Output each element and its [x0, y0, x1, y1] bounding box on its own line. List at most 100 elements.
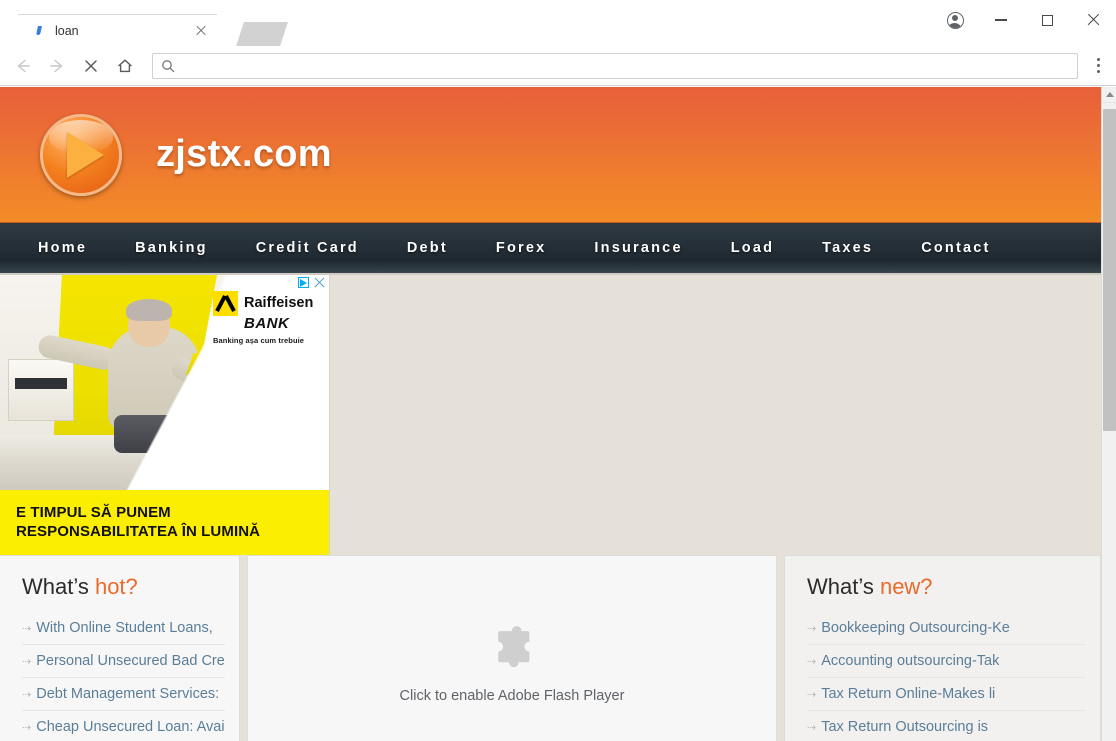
whats-hot-panel: What’s hot? ⇢ With Online Student Loans,… — [0, 555, 240, 741]
ad-brand-logo: Raiffeisen BANK Banking așa cum trebuie — [213, 291, 321, 345]
document-favicon-icon — [33, 24, 46, 37]
list-item[interactable]: ⇢ Cheap Unsecured Loan: Avai — [22, 711, 225, 741]
window-controls — [932, 0, 1116, 40]
puzzle-piece-icon — [485, 620, 539, 674]
browser-tab-loan[interactable]: loan — [6, 14, 230, 47]
flash-player-placeholder[interactable]: Click to enable Adobe Flash Player — [247, 555, 777, 741]
site-logo-text: zjstx.com — [156, 133, 332, 175]
nav-item-debt[interactable]: Debt — [383, 240, 472, 256]
home-button[interactable] — [110, 51, 140, 81]
close-icon — [1086, 13, 1100, 27]
ad-caption-line-2: RESPONSABILITATEA ÎN LUMINĂ — [16, 522, 261, 540]
whats-new-link-3[interactable]: Tax Return Online-Makes li — [821, 686, 995, 702]
list-item[interactable]: ⇢ Tax Return Outsourcing is — [807, 711, 1086, 741]
whats-new-title-highlight: new? — [879, 574, 933, 599]
ad-brand-logo-row: Raiffeisen — [213, 291, 313, 316]
raiffeisen-gable-cross-icon — [213, 291, 238, 316]
ad-photo-desk — [220, 393, 329, 403]
scrollbar-up-arrow-icon[interactable] — [1102, 87, 1116, 103]
whats-hot-link-1[interactable]: With Online Student Loans, — [36, 620, 213, 636]
profile-avatar-icon — [946, 11, 964, 29]
whats-hot-title: What’s hot? — [22, 574, 225, 600]
nav-item-insurance[interactable]: Insurance — [570, 240, 706, 256]
content-columns: What’s hot? ⇢ With Online Student Loans,… — [0, 555, 1101, 741]
arrow-bullet-icon: ⇢ — [807, 655, 817, 668]
nav-item-home[interactable]: Home — [14, 240, 111, 256]
play-triangle-icon — [66, 131, 104, 178]
whats-new-title: What’s new? — [807, 574, 1086, 600]
nav-item-load[interactable]: Load — [707, 240, 798, 256]
new-tab-button[interactable] — [236, 22, 288, 46]
chrome-menu-button[interactable] — [1086, 51, 1110, 81]
list-item[interactable]: ⇢ Personal Unsecured Bad Cre — [22, 645, 225, 678]
forward-button[interactable] — [42, 51, 72, 81]
whats-hot-link-3[interactable]: Debt Management Services: — [36, 686, 219, 702]
ad-photo-pencil-holder — [214, 415, 230, 445]
minimize-icon — [995, 19, 1007, 21]
stop-loading-button[interactable] — [76, 51, 106, 81]
whats-hot-title-highlight: hot? — [94, 574, 138, 599]
list-item[interactable]: ⇢ With Online Student Loans, — [22, 612, 225, 645]
nav-item-forex[interactable]: Forex — [472, 240, 571, 256]
nav-item-taxes[interactable]: Taxes — [798, 240, 897, 256]
menu-dot — [1096, 64, 1100, 67]
address-bar[interactable] — [152, 52, 1078, 79]
list-item[interactable]: ⇢ Accounting outsourcing-Tak — [807, 645, 1086, 678]
list-item[interactable]: ⇢ Debt Management Services: — [22, 678, 225, 711]
menu-dot — [1096, 69, 1100, 73]
arrow-bullet-icon: ⇢ — [807, 622, 817, 635]
address-bar-input[interactable] — [183, 54, 1069, 77]
play-button-logo-icon[interactable] — [40, 113, 122, 196]
arrow-bullet-icon: ⇢ — [807, 721, 817, 734]
scrollbar-thumb[interactable] — [1103, 109, 1116, 431]
ad-choices-controls — [298, 277, 325, 288]
browser-window: loan zjstx.com Home Banking Credit Card … — [0, 0, 1116, 741]
ad-close-icon[interactable] — [314, 277, 325, 288]
web-page: zjstx.com Home Banking Credit Card Debt … — [0, 87, 1101, 741]
arrow-bullet-icon: ⇢ — [22, 688, 32, 701]
ad-brand-tagline: Banking așa cum trebuie — [213, 335, 305, 345]
ad-caption-line-1: E TIMPUL SĂ PUNEM — [16, 503, 171, 521]
whats-new-link-2[interactable]: Accounting outsourcing-Tak — [821, 653, 999, 669]
arrow-bullet-icon: ⇢ — [807, 688, 817, 701]
whats-hot-link-4[interactable]: Cheap Unsecured Loan: Avai — [36, 719, 224, 735]
tab-close-icon[interactable] — [193, 23, 209, 39]
ad-brand-sub: BANK — [244, 315, 290, 332]
menu-dot — [1096, 58, 1100, 62]
list-item[interactable]: ⇢ Bookkeeping Outsourcing-Ke — [807, 612, 1086, 645]
tab-title: loan — [55, 23, 79, 38]
close-window-button[interactable] — [1070, 0, 1116, 40]
adchoices-play-glyph — [300, 278, 307, 287]
minimize-button[interactable] — [978, 0, 1024, 40]
home-icon — [118, 59, 132, 72]
ad-photo-lamp-stem — [204, 367, 209, 429]
search-icon — [162, 59, 175, 72]
whats-new-panel: What’s new? ⇢ Bookkeeping Outsourcing-Ke… — [784, 555, 1101, 741]
advertisement-banner[interactable]: Raiffeisen BANK Banking așa cum trebuie … — [0, 275, 330, 555]
back-button[interactable] — [8, 51, 38, 81]
nav-item-credit-card[interactable]: Credit Card — [232, 240, 383, 256]
profile-avatar-button[interactable] — [932, 0, 978, 40]
maximize-icon — [1041, 14, 1053, 26]
back-arrow-icon — [17, 59, 30, 72]
nav-item-banking[interactable]: Banking — [111, 240, 232, 256]
whats-hot-link-2[interactable]: Personal Unsecured Bad Cre — [36, 653, 225, 669]
whats-new-link-4[interactable]: Tax Return Outsourcing is — [821, 719, 988, 735]
flash-player-label: Click to enable Adobe Flash Player — [399, 688, 625, 704]
page-viewport: zjstx.com Home Banking Credit Card Debt … — [0, 87, 1116, 741]
arrow-bullet-icon: ⇢ — [22, 721, 32, 734]
nav-item-contact[interactable]: Contact — [897, 240, 1014, 256]
arrow-bullet-icon: ⇢ — [22, 655, 32, 668]
list-item[interactable]: ⇢ Tax Return Online-Makes li — [807, 678, 1086, 711]
site-header: zjstx.com — [0, 87, 1101, 223]
whats-new-link-1[interactable]: Bookkeeping Outsourcing-Ke — [821, 620, 1010, 636]
adchoices-triangle-icon[interactable] — [298, 277, 309, 288]
ad-caption: E TIMPUL SĂ PUNEM RESPONSABILITATEA ÎN L… — [0, 490, 329, 555]
ad-photo-person-hair — [126, 299, 172, 321]
whats-new-link-list: ⇢ Bookkeeping Outsourcing-Ke ⇢ Accountin… — [807, 612, 1086, 741]
page-scrollbar[interactable] — [1101, 87, 1116, 741]
forward-arrow-icon — [50, 59, 63, 72]
ad-row-empty-area — [330, 275, 1101, 555]
maximize-button[interactable] — [1024, 0, 1070, 40]
ad-photo-appliance — [8, 359, 74, 421]
